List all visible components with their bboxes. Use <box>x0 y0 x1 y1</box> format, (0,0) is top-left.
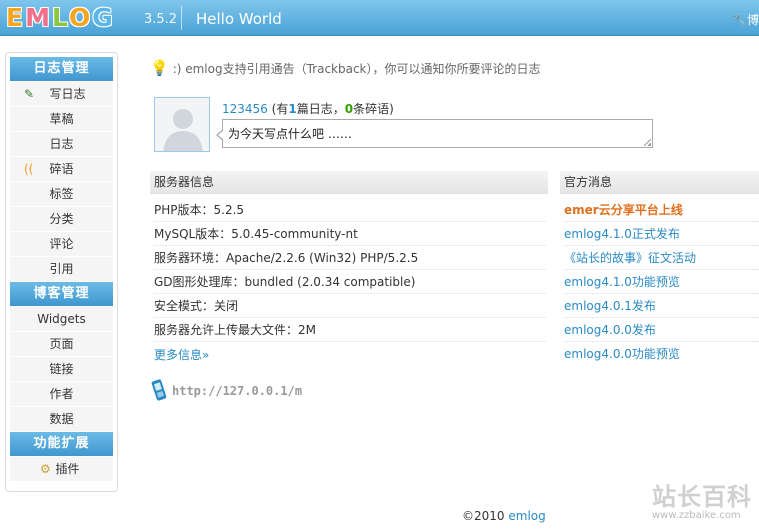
sidebar: 日志管理 ✎ 写日志 草稿 日志 (( 碎语 标签 分类 评论 引用 博客管理 … <box>5 52 118 492</box>
sidebar-group-title-blog[interactable]: 博客管理 <box>10 282 113 306</box>
more-info-link[interactable]: 更多信息» <box>154 346 209 363</box>
wrench-icon: 🔧 <box>732 13 747 27</box>
user-avatar[interactable] <box>154 97 210 152</box>
sidebar-item-twitter[interactable]: (( 碎语 <box>10 157 113 181</box>
news-item[interactable]: emer云分享平台上线 <box>564 198 759 222</box>
resize-grip-icon[interactable] <box>644 139 651 146</box>
sidebar-item-tags[interactable]: 标签 <box>10 182 113 206</box>
server-row-php: PHP版本：5.2.5 <box>154 198 545 222</box>
footer: ©2010 emlog <box>462 509 546 523</box>
version-label: 3.5.2 <box>144 12 178 27</box>
emlog-logo[interactable]: EMLOG <box>6 4 115 32</box>
trackback-tip: 💡:) emlog支持引用通告（Trackback），你可以通知你所要评论的日志 <box>150 59 541 77</box>
sidebar-item-categories[interactable]: 分类 <box>10 207 113 231</box>
sidebar-item-write-post[interactable]: ✎ 写日志 <box>10 82 113 106</box>
sidebar-item-drafts[interactable]: 草稿 <box>10 107 113 131</box>
news-item[interactable]: 《站长的故事》征文活动 <box>564 246 759 270</box>
plugin-icon: ⚙ <box>40 462 51 476</box>
news-item[interactable]: emlog4.1.0正式发布 <box>564 222 759 246</box>
sidebar-item-comments[interactable]: 评论 <box>10 232 113 256</box>
username-link[interactable]: 123456 <box>222 102 268 116</box>
sidebar-group-title-extend[interactable]: 功能扩展 <box>10 432 113 456</box>
footer-emlog-link[interactable]: emlog <box>508 509 545 523</box>
header-divider <box>181 6 182 30</box>
server-row-env: 服务器环境：Apache/2.2.6 (Win32) PHP/5.2.5 <box>154 246 545 270</box>
server-row-mysql: MySQL版本：5.0.45-community-nt <box>154 222 545 246</box>
sidebar-item-pages[interactable]: 页面 <box>10 332 113 356</box>
sidebar-item-data[interactable]: 数据 <box>10 407 113 431</box>
mobile-phone-icon <box>151 379 167 401</box>
post-count[interactable]: 1 <box>288 102 296 116</box>
sidebar-group-title-posts[interactable]: 日志管理 <box>10 57 113 81</box>
status-input[interactable]: 为今天写点什么吧 …… <box>216 119 653 148</box>
twitter-count[interactable]: 0 <box>345 102 353 116</box>
server-info-header: 服务器信息 <box>150 171 548 194</box>
top-header: EMLOG 3.5.2 Hello World 🔧博 <box>0 0 759 36</box>
news-item[interactable]: emlog4.0.0功能预览 <box>564 342 759 366</box>
lightbulb-icon: 💡 <box>150 59 169 77</box>
site-name-link[interactable]: Hello World <box>196 10 282 28</box>
official-news-header: 官方消息 <box>560 171 759 194</box>
sidebar-item-plugins[interactable]: ⚙ 插件 <box>10 457 113 481</box>
sidebar-item-widgets[interactable]: Widgets <box>10 307 113 331</box>
broadcast-icon: (( <box>24 162 34 176</box>
sidebar-item-posts[interactable]: 日志 <box>10 132 113 156</box>
zzbaike-watermark: 站长百科 www.zzbaike.com <box>652 483 752 521</box>
server-row-gd: GD图形处理库：bundled (2.0.34 compatible) <box>154 270 545 294</box>
header-right-link[interactable]: 🔧博 <box>732 11 759 28</box>
server-row-safemode: 安全模式：关闭 <box>154 294 545 318</box>
server-row-upload: 服务器允许上传最大文件：2M <box>154 318 545 342</box>
mobile-url-link[interactable]: http://127.0.0.1/m <box>172 384 302 398</box>
sidebar-item-trackbacks[interactable]: 引用 <box>10 257 113 281</box>
news-item[interactable]: emlog4.1.0功能预览 <box>564 270 759 294</box>
sidebar-item-authors[interactable]: 作者 <box>10 382 113 406</box>
user-stats: 123456 (有1篇日志，0条碎语) <box>222 102 394 116</box>
news-item[interactable]: emlog4.0.1发布 <box>564 294 759 318</box>
sidebar-item-links[interactable]: 链接 <box>10 357 113 381</box>
pencil-icon: ✎ <box>24 87 35 101</box>
default-avatar-icon <box>155 98 209 151</box>
news-item[interactable]: emlog4.0.0发布 <box>564 318 759 342</box>
